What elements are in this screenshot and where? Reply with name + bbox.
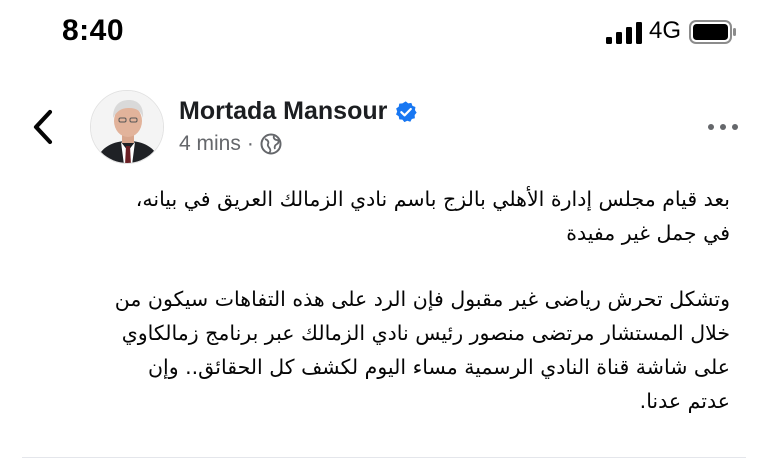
post-text: بعد قيام مجلس إدارة الأهلي بالزج باسم نا… [40,182,730,418]
post-paragraph-2: وتشكل تحرش رياضى غير مقبول فإن الرد على … [114,287,730,413]
status-time: 8:40 [62,14,125,47]
network-type: 4G [649,17,682,44]
meta-separator: · [246,132,254,155]
post-time[interactable]: 4 mins [179,132,241,156]
avatar[interactable] [90,90,164,164]
divider [22,457,746,458]
chevron-left-icon[interactable] [28,108,58,146]
more-horizontal-icon[interactable] [706,117,740,137]
battery-icon [689,20,736,44]
author-name[interactable]: Mortada Mansour [179,97,387,126]
verified-badge-icon [396,100,418,122]
profile-photo [91,91,163,163]
post-author: Mortada Mansour [179,97,418,126]
signal-icon [606,22,642,44]
status-bar: 8:40 4G [0,0,768,62]
post-meta: 4 mins · [179,132,282,156]
globe-icon [260,133,282,155]
post-paragraph-1: بعد قيام مجلس إدارة الأهلي بالزج باسم نا… [135,187,730,245]
